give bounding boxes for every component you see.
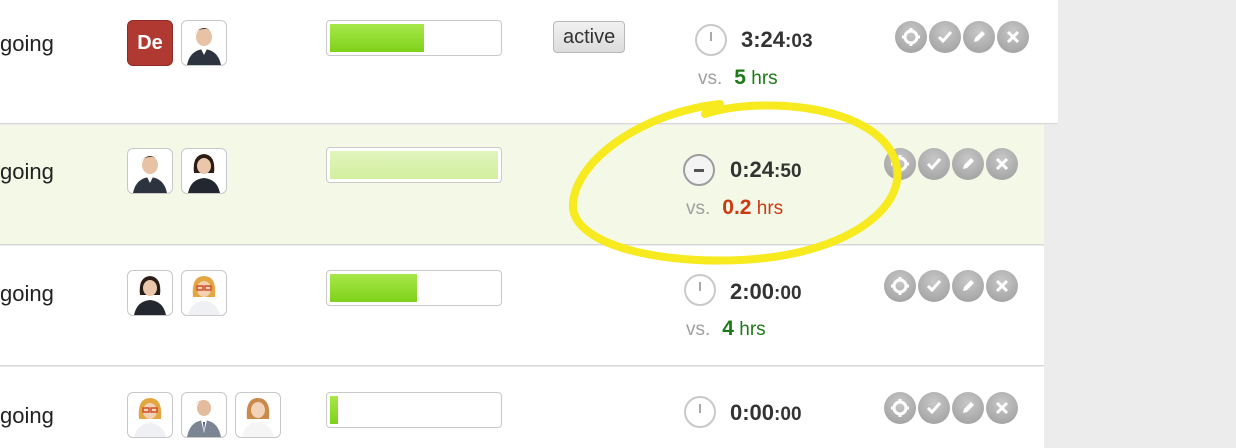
check-icon[interactable] [918,148,950,180]
annotation-circle [568,100,902,265]
timer-icon[interactable] [684,396,716,428]
pencil-icon[interactable] [952,270,984,302]
elapsed-time: 0:00:00 [730,400,802,425]
row-actions [884,270,1018,302]
pencil-icon[interactable] [952,148,984,180]
elapsed-time: 3:24:03 [741,27,813,52]
task-row: going 0:00:00 [0,367,1044,448]
pencil-icon[interactable] [963,21,995,53]
status-badge[interactable]: active [553,21,626,53]
woman-glasses-avatar-icon[interactable] [127,392,173,438]
gear-icon[interactable] [895,21,927,53]
status-text: going [0,403,54,428]
check-icon[interactable] [918,392,950,424]
estimate-text: vs. 5 hrs [698,66,778,89]
gear-icon[interactable] [884,270,916,302]
close-icon[interactable] [986,270,1018,302]
timer-icon[interactable] [695,24,727,56]
status-text: going [0,281,54,306]
close-icon[interactable] [986,148,1018,180]
pencil-icon[interactable] [952,392,984,424]
close-icon[interactable] [997,21,1029,53]
row-actions [895,21,1029,53]
gear-icon[interactable] [884,392,916,424]
progress-bar [326,147,502,183]
check-icon[interactable] [929,21,961,53]
progress-bar [326,392,502,428]
man-avatar-icon[interactable] [181,20,227,66]
woman-glasses-avatar-icon[interactable] [181,270,227,316]
timer-icon[interactable] [684,274,716,306]
woman-avatar-icon[interactable] [181,148,227,194]
woman-avatar-icon[interactable] [127,270,173,316]
progress-fill [330,151,498,179]
woman-avatar-icon[interactable] [235,392,281,438]
elapsed-time: 2:00:00 [730,279,802,304]
progress-fill [330,24,424,52]
progress-bar [326,270,502,306]
user-avatar[interactable]: De [127,20,173,66]
man-avatar-icon[interactable] [127,148,173,194]
close-icon[interactable] [986,392,1018,424]
progress-fill [330,396,338,424]
progress-bar [326,20,502,56]
estimate-text: vs. 4 hrs [686,317,766,340]
status-text: going [0,31,54,56]
check-icon[interactable] [918,270,950,302]
man-suit-avatar-icon[interactable] [181,392,227,438]
row-actions [884,392,1018,424]
progress-fill [330,274,417,302]
status-text: going [0,159,54,184]
